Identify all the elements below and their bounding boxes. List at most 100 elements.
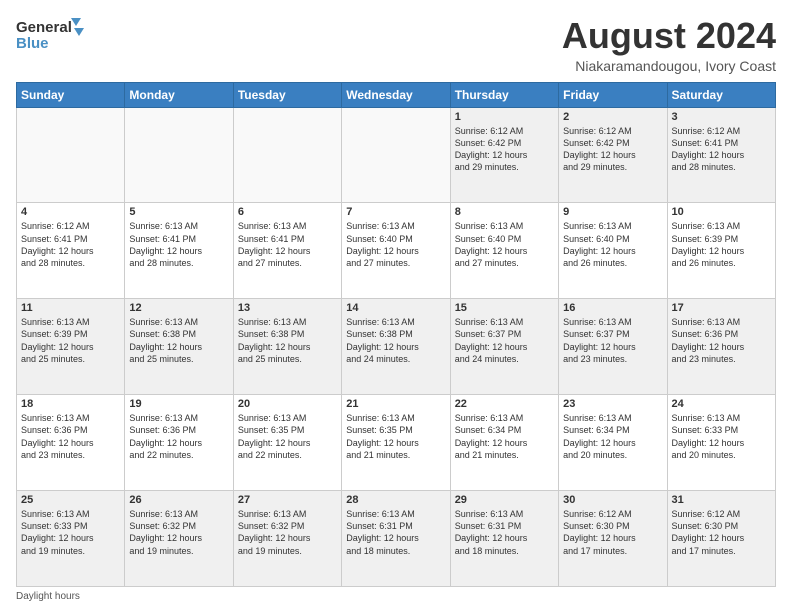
day-info: Sunrise: 6:13 AM Sunset: 6:34 PM Dayligh…: [455, 412, 554, 461]
day-info: Sunrise: 6:13 AM Sunset: 6:36 PM Dayligh…: [129, 412, 228, 461]
day-number: 1: [455, 111, 554, 123]
day-number: 16: [563, 302, 662, 314]
calendar-cell: 11 Sunrise: 6:13 AM Sunset: 6:39 PM Dayli…: [17, 299, 125, 395]
day-info: Sunrise: 6:13 AM Sunset: 6:38 PM Dayligh…: [238, 316, 337, 365]
day-number: 4: [21, 206, 120, 218]
day-number: 12: [129, 302, 228, 314]
calendar-cell: 23 Sunrise: 6:13 AM Sunset: 6:34 PM Dayli…: [559, 395, 667, 491]
calendar-cell: 20 Sunrise: 6:13 AM Sunset: 6:35 PM Dayli…: [233, 395, 341, 491]
title-block: August 2024 Niakaramandougou, Ivory Coas…: [562, 16, 776, 74]
calendar-cell: 12Sunrise: 6:13 AM Sunset: 6:38 PM Dayli…: [125, 299, 233, 395]
calendar-table: SundayMondayTuesdayWednesdayThursdayFrid…: [16, 82, 776, 587]
day-number: 6: [238, 206, 337, 218]
calendar-cell: 4Sunrise: 6:12 AM Sunset: 6:41 PM Daylig…: [17, 203, 125, 299]
day-number: 21: [346, 398, 445, 410]
day-number: 13: [238, 302, 337, 314]
calendar-week-row: 1 Sunrise: 6:12 AM Sunset: 6:42 PM Daylig…: [17, 107, 776, 203]
day-number: 17: [672, 302, 771, 314]
day-info: Sunrise: 6:13 AM Sunset: 6:37 PM Dayligh…: [563, 316, 662, 365]
day-number: 22: [455, 398, 554, 410]
calendar-cell: 29 Sunrise: 6:13 AM Sunset: 6:31 PM Dayli…: [450, 491, 558, 587]
calendar-cell: 10Sunrise: 6:13 AM Sunset: 6:39 PM Dayli…: [667, 203, 775, 299]
day-number: 25: [21, 494, 120, 506]
day-info: Sunrise: 6:13 AM Sunset: 6:34 PM Dayligh…: [563, 412, 662, 461]
day-number: 11: [21, 302, 120, 314]
day-number: 28: [346, 494, 445, 506]
day-number: 9: [563, 206, 662, 218]
day-info: Sunrise: 6:13 AM Sunset: 6:38 PM Dayligh…: [346, 316, 445, 365]
logo: GeneralBlue: [16, 16, 86, 54]
day-info: Sunrise: 6:13 AM Sunset: 6:35 PM Dayligh…: [238, 412, 337, 461]
calendar-week-row: 11 Sunrise: 6:13 AM Sunset: 6:39 PM Dayli…: [17, 299, 776, 395]
calendar-cell: 16 Sunrise: 6:13 AM Sunset: 6:37 PM Dayli…: [559, 299, 667, 395]
day-info: Sunrise: 6:13 AM Sunset: 6:40 PM Dayligh…: [563, 220, 662, 269]
day-number: 14: [346, 302, 445, 314]
day-info: Sunrise: 6:13 AM Sunset: 6:37 PM Dayligh…: [455, 316, 554, 365]
day-info: Sunrise: 6:13 AM Sunset: 6:31 PM Dayligh…: [346, 508, 445, 557]
day-number: 5: [129, 206, 228, 218]
day-info: Sunrise: 6:13 AM Sunset: 6:36 PM Dayligh…: [672, 316, 771, 365]
calendar-cell: 18 Sunrise: 6:13 AM Sunset: 6:36 PM Dayli…: [17, 395, 125, 491]
calendar-week-row: 4Sunrise: 6:12 AM Sunset: 6:41 PM Daylig…: [17, 203, 776, 299]
day-info: Sunrise: 6:13 AM Sunset: 6:32 PM Dayligh…: [238, 508, 337, 557]
calendar-cell: [17, 107, 125, 203]
calendar-cell: 3 Sunrise: 6:12 AM Sunset: 6:41 PM Daylig…: [667, 107, 775, 203]
calendar-cell: 7Sunrise: 6:13 AM Sunset: 6:40 PM Daylig…: [342, 203, 450, 299]
day-number: 30: [563, 494, 662, 506]
subtitle: Niakaramandougou, Ivory Coast: [562, 58, 776, 74]
day-number: 3: [672, 111, 771, 123]
day-number: 29: [455, 494, 554, 506]
calendar-cell: 27 Sunrise: 6:13 AM Sunset: 6:32 PM Dayli…: [233, 491, 341, 587]
day-info: Sunrise: 6:12 AM Sunset: 6:30 PM Dayligh…: [563, 508, 662, 557]
calendar-cell: 31Sunrise: 6:12 AM Sunset: 6:30 PM Dayli…: [667, 491, 775, 587]
calendar-week-row: 18 Sunrise: 6:13 AM Sunset: 6:36 PM Dayli…: [17, 395, 776, 491]
day-info: Sunrise: 6:13 AM Sunset: 6:39 PM Dayligh…: [21, 316, 120, 365]
day-number: 8: [455, 206, 554, 218]
day-info: Sunrise: 6:13 AM Sunset: 6:33 PM Dayligh…: [672, 412, 771, 461]
col-header-wednesday: Wednesday: [342, 82, 450, 107]
day-number: 23: [563, 398, 662, 410]
calendar-cell: 26 Sunrise: 6:13 AM Sunset: 6:32 PM Dayli…: [125, 491, 233, 587]
calendar-cell: 30 Sunrise: 6:12 AM Sunset: 6:30 PM Dayli…: [559, 491, 667, 587]
day-number: 10: [672, 206, 771, 218]
page: GeneralBlue August 2024 Niakaramandougou…: [0, 0, 792, 612]
col-header-saturday: Saturday: [667, 82, 775, 107]
day-number: 18: [21, 398, 120, 410]
calendar-cell: [125, 107, 233, 203]
day-number: 19: [129, 398, 228, 410]
day-info: Sunrise: 6:13 AM Sunset: 6:32 PM Dayligh…: [129, 508, 228, 557]
calendar-cell: 17 Sunrise: 6:13 AM Sunset: 6:36 PM Dayli…: [667, 299, 775, 395]
calendar-cell: 15 Sunrise: 6:13 AM Sunset: 6:37 PM Dayli…: [450, 299, 558, 395]
day-info: Sunrise: 6:12 AM Sunset: 6:42 PM Dayligh…: [563, 125, 662, 174]
calendar-cell: 19 Sunrise: 6:13 AM Sunset: 6:36 PM Dayli…: [125, 395, 233, 491]
col-header-tuesday: Tuesday: [233, 82, 341, 107]
calendar-cell: 21 Sunrise: 6:13 AM Sunset: 6:35 PM Dayli…: [342, 395, 450, 491]
col-header-monday: Monday: [125, 82, 233, 107]
calendar-cell: 2 Sunrise: 6:12 AM Sunset: 6:42 PM Daylig…: [559, 107, 667, 203]
day-info: Sunrise: 6:13 AM Sunset: 6:33 PM Dayligh…: [21, 508, 120, 557]
calendar-cell: 22 Sunrise: 6:13 AM Sunset: 6:34 PM Dayli…: [450, 395, 558, 491]
calendar-cell: 13 Sunrise: 6:13 AM Sunset: 6:38 PM Dayli…: [233, 299, 341, 395]
calendar-cell: 25 Sunrise: 6:13 AM Sunset: 6:33 PM Dayli…: [17, 491, 125, 587]
day-info: Sunrise: 6:12 AM Sunset: 6:41 PM Dayligh…: [672, 125, 771, 174]
day-info: Sunrise: 6:13 AM Sunset: 6:31 PM Dayligh…: [455, 508, 554, 557]
day-info: Sunrise: 6:13 AM Sunset: 6:41 PM Dayligh…: [129, 220, 228, 269]
header: GeneralBlue August 2024 Niakaramandougou…: [16, 16, 776, 74]
calendar-cell: 8Sunrise: 6:13 AM Sunset: 6:40 PM Daylig…: [450, 203, 558, 299]
calendar-cell: 6Sunrise: 6:13 AM Sunset: 6:41 PM Daylig…: [233, 203, 341, 299]
day-number: 27: [238, 494, 337, 506]
footer-note: Daylight hours: [16, 591, 776, 602]
day-info: Sunrise: 6:13 AM Sunset: 6:36 PM Dayligh…: [21, 412, 120, 461]
day-number: 26: [129, 494, 228, 506]
day-number: 2: [563, 111, 662, 123]
day-info: Sunrise: 6:13 AM Sunset: 6:35 PM Dayligh…: [346, 412, 445, 461]
day-info: Sunrise: 6:12 AM Sunset: 6:42 PM Dayligh…: [455, 125, 554, 174]
main-title: August 2024: [562, 16, 776, 56]
calendar-cell: 5 Sunrise: 6:13 AM Sunset: 6:41 PM Daylig…: [125, 203, 233, 299]
day-number: 24: [672, 398, 771, 410]
svg-text:Blue: Blue: [16, 35, 49, 52]
day-number: 20: [238, 398, 337, 410]
day-number: 31: [672, 494, 771, 506]
day-number: 15: [455, 302, 554, 314]
calendar-cell: [342, 107, 450, 203]
